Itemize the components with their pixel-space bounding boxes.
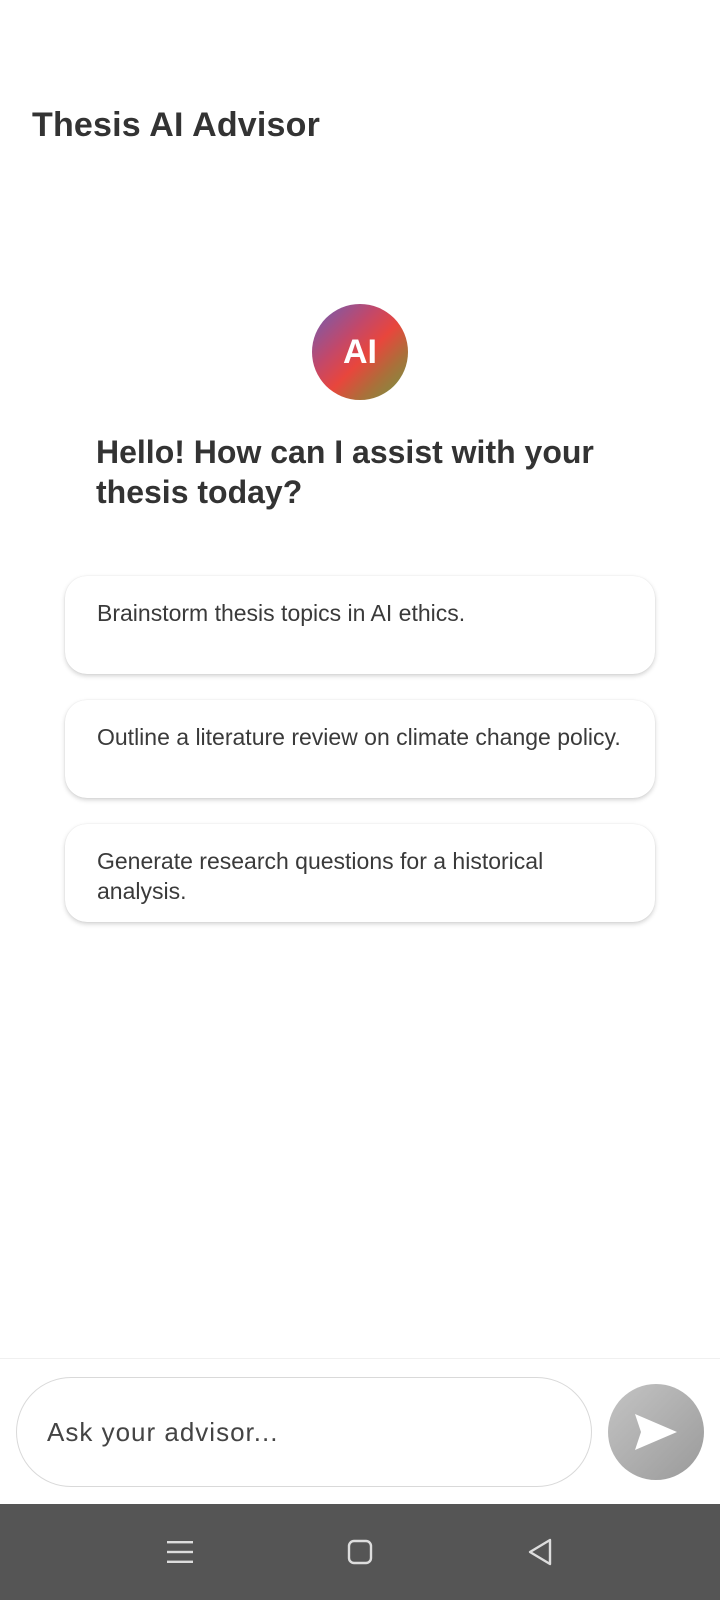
- greeting-text: Hello! How can I assist with your thesis…: [96, 434, 594, 510]
- app-screen: Thesis AI Advisor AI Hello! How can I as…: [0, 0, 720, 1600]
- nav-menu-button[interactable]: [154, 1526, 206, 1578]
- home-icon: [347, 1539, 373, 1565]
- system-navigation-bar: [0, 1504, 720, 1600]
- suggestion-card-1[interactable]: Brainstorm thesis topics in AI ethics.: [65, 576, 655, 674]
- suggestion-card-2[interactable]: Outline a literature review on climate c…: [65, 700, 655, 798]
- suggestion-card-3[interactable]: Generate research questions for a histor…: [65, 824, 655, 922]
- app-title: Thesis AI Advisor: [32, 106, 321, 144]
- message-input[interactable]: [16, 1377, 592, 1487]
- back-icon: [528, 1538, 552, 1566]
- nav-back-button[interactable]: [514, 1526, 566, 1578]
- send-button[interactable]: [608, 1384, 704, 1480]
- message-composer: [0, 1358, 720, 1502]
- nav-home-button[interactable]: [334, 1526, 386, 1578]
- menu-icon: [167, 1541, 193, 1563]
- assistant-avatar: AI: [312, 304, 408, 400]
- send-icon: [635, 1414, 677, 1450]
- avatar-label: AI: [343, 332, 377, 371]
